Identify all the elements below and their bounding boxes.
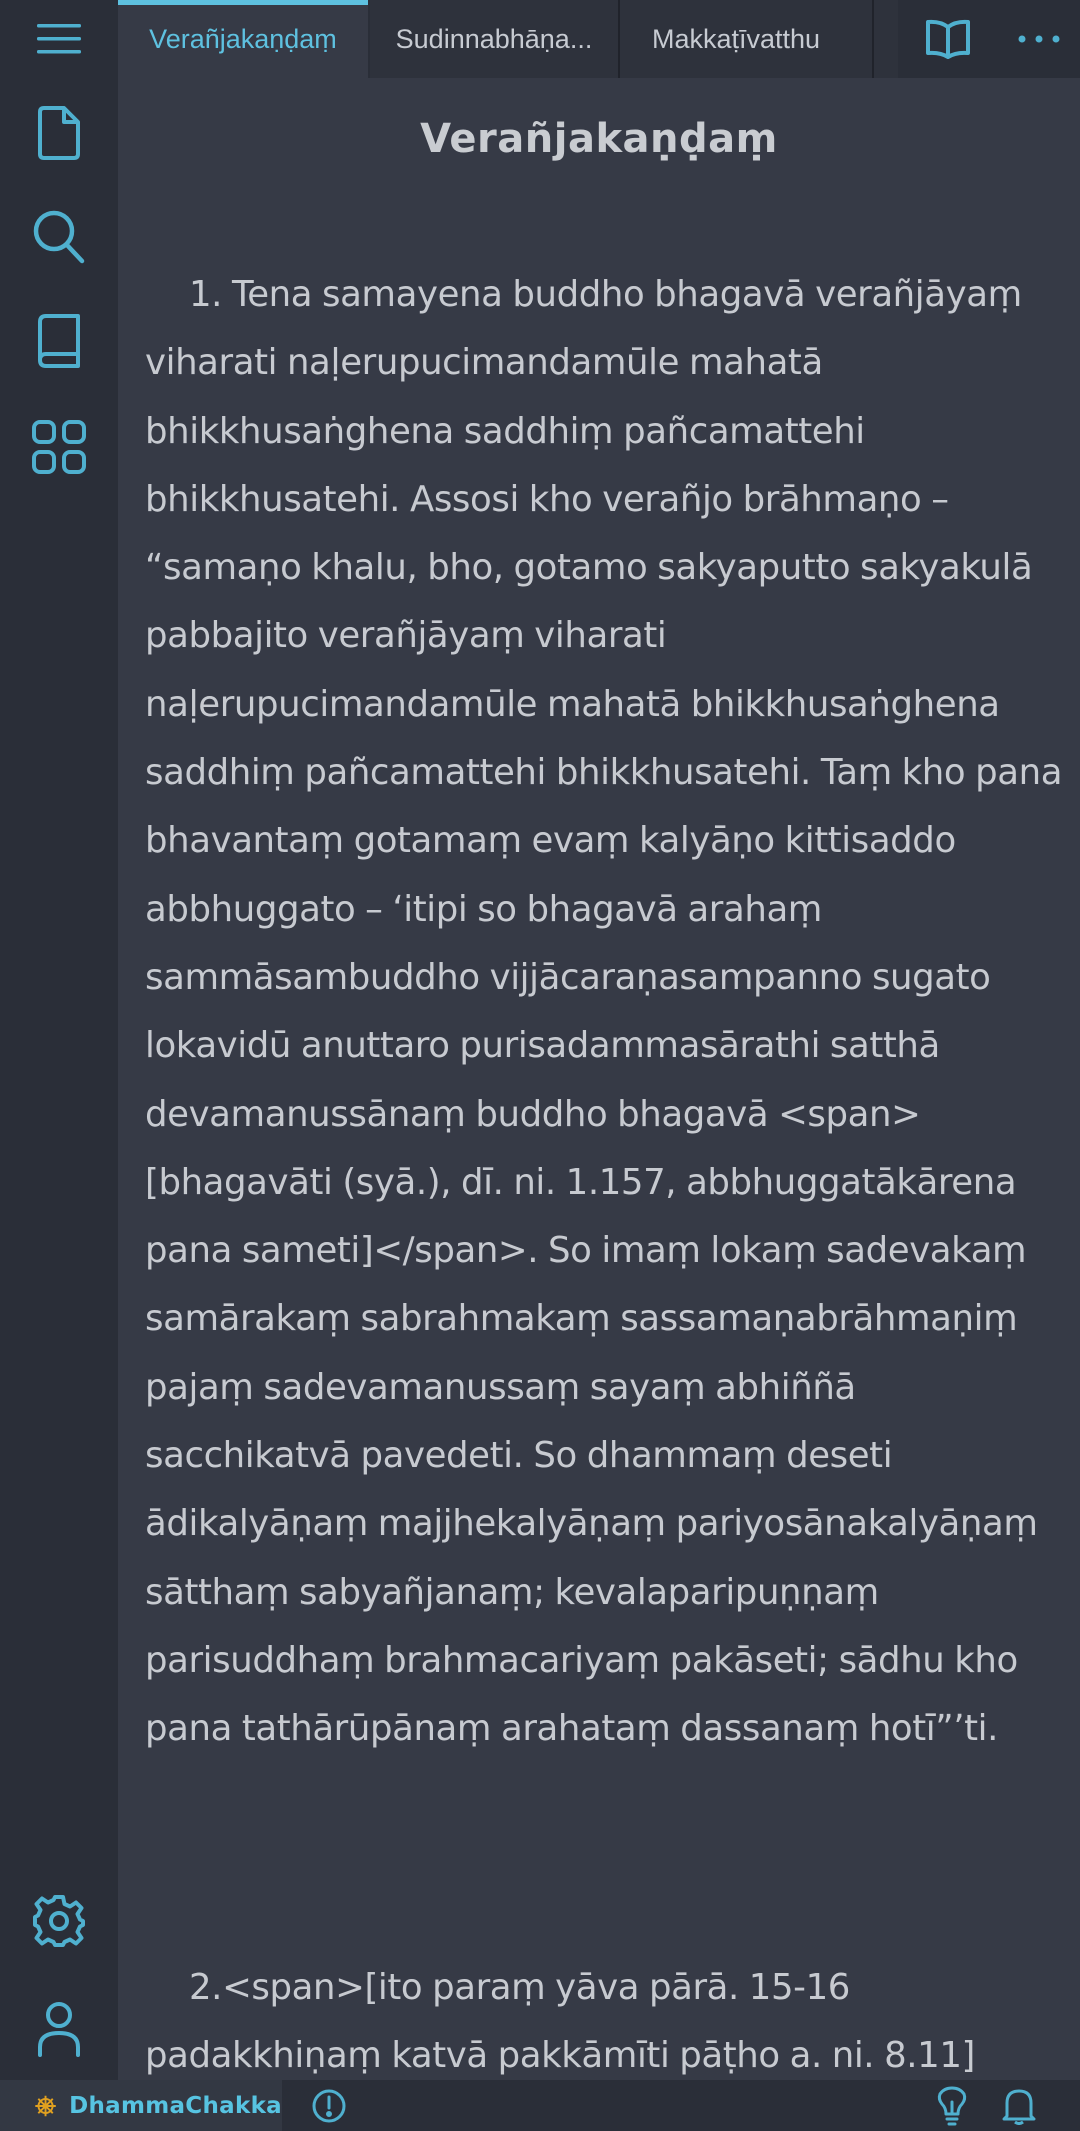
tab-sudinnabhanavara[interactable]: Sudinnabhāṇa... (370, 0, 618, 78)
file-icon (38, 106, 80, 160)
more-actions-button[interactable] (998, 0, 1080, 78)
problems-button[interactable] (311, 2080, 347, 2131)
document-title: Verañjakaṇḍaṃ (420, 116, 778, 162)
settings-button[interactable] (0, 1888, 118, 1954)
tab-separator (872, 0, 874, 78)
account-button[interactable] (0, 1994, 118, 2064)
open-book-icon (926, 19, 970, 59)
search-button[interactable] (0, 202, 118, 272)
book-icon (38, 314, 80, 368)
brand-status-item[interactable]: DhammaChakka (0, 2080, 282, 2131)
brand-label: DhammaChakka (69, 2092, 282, 2119)
explorer-button[interactable] (0, 98, 118, 168)
dhamma-wheel-icon (35, 2095, 56, 2116)
gear-icon (33, 1895, 85, 1947)
alert-icon (312, 2089, 346, 2122)
activity-bar (0, 0, 118, 2080)
tips-button[interactable] (936, 2080, 968, 2131)
paragraph-2: 2.<span>[ito paraṃ yāva pārā. 15-16 pada… (145, 1967, 975, 2077)
editor[interactable]: Verañjakaṇḍaṃ 1. Tena samayena buddho bh… (118, 78, 1080, 2080)
library-button[interactable] (0, 306, 118, 376)
tab-bar: Verañjakaṇḍaṃ Sudinnabhāṇa... Makkaṭīvat… (118, 0, 1080, 78)
menu-icon (37, 24, 81, 54)
tab-label: Verañjakaṇḍaṃ (149, 23, 337, 54)
more-icon (1018, 35, 1060, 43)
person-icon (38, 2002, 80, 2057)
search-icon (33, 210, 85, 264)
extensions-button[interactable] (0, 412, 118, 482)
paragraph-1: 1. Tena samayena buddho bhagavā verañjāy… (145, 274, 1063, 1750)
reader-mode-button[interactable] (898, 0, 998, 78)
menu-button[interactable] (0, 0, 118, 78)
tab-label: Makkaṭīvatthu (651, 23, 821, 54)
tab-veranjakandam[interactable]: Verañjakaṇḍaṃ (118, 0, 368, 78)
bell-icon (1002, 2089, 1036, 2125)
status-bar: DhammaChakka (0, 2080, 1080, 2131)
grid-icon (32, 420, 86, 474)
notifications-button[interactable] (1002, 2080, 1036, 2131)
lightbulb-icon (937, 2086, 967, 2125)
tab-label: Sudinnabhāṇa... (395, 23, 593, 54)
